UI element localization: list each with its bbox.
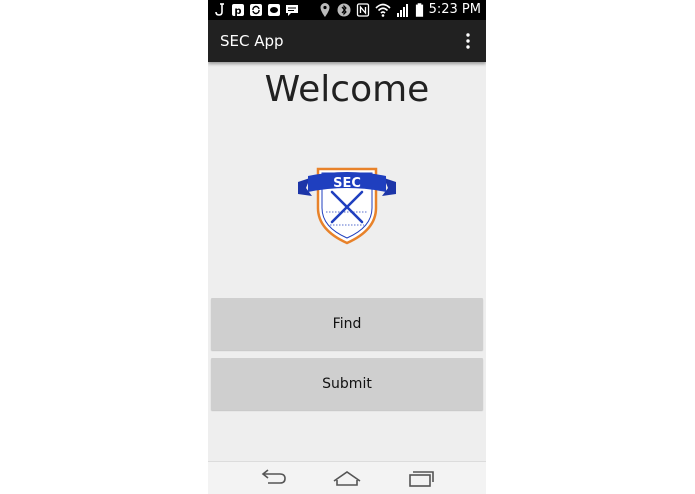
location-icon xyxy=(320,3,330,17)
status-bar: p 5:23 PM xyxy=(208,0,486,20)
battery-icon xyxy=(415,3,423,17)
bluetooth-icon xyxy=(337,3,351,17)
welcome-heading: Welcome xyxy=(264,69,430,110)
find-button[interactable]: Find xyxy=(211,298,483,350)
recent-apps-icon[interactable] xyxy=(404,466,438,490)
chat-icon xyxy=(286,5,298,16)
pinterest-icon: p xyxy=(232,4,244,17)
home-icon[interactable] xyxy=(330,466,364,490)
status-time: 5:23 PM xyxy=(428,2,481,17)
wifi-icon xyxy=(375,3,391,17)
nfc-icon xyxy=(356,3,369,17)
app-title: SEC App xyxy=(220,32,284,50)
phone-screen: p 5:23 PM SEC App Welcome SEC Find Submi… xyxy=(208,0,486,494)
submit-button[interactable]: Submit xyxy=(211,358,483,410)
svg-text:p: p xyxy=(234,6,241,17)
back-icon[interactable] xyxy=(256,466,290,490)
sec-logo: SEC xyxy=(298,167,396,245)
navigation-bar xyxy=(208,461,486,494)
sync-icon xyxy=(250,4,262,16)
signal-icon xyxy=(396,4,408,17)
overflow-menu-icon[interactable] xyxy=(462,32,474,50)
j-notification-icon xyxy=(215,3,224,16)
status-bar-system: 5:23 PM xyxy=(318,2,481,18)
action-bar: SEC App xyxy=(208,20,486,62)
logo-text: SEC xyxy=(333,176,361,191)
line-icon xyxy=(268,4,280,16)
status-bar-notifications: p xyxy=(213,2,299,18)
